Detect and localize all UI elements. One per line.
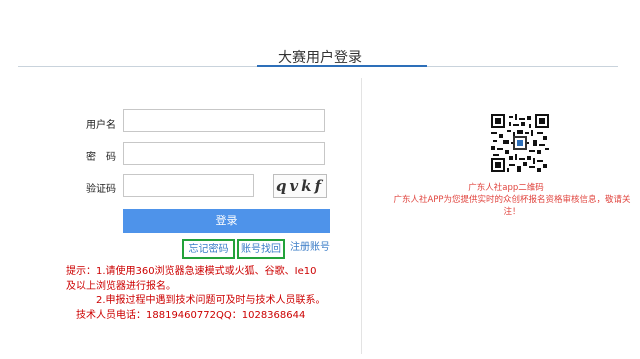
notice-line: 2.申报过程中遇到技术问题可及时与技术人员联系。 [66,295,326,306]
vertical-divider [361,78,362,354]
captcha-input[interactable] [123,174,254,197]
username-label: 用户名 [86,120,116,131]
forgot-password-link[interactable]: 忘记密码 [182,239,235,259]
notice-line: 及以上浏览器进行报名。 [66,280,176,292]
password-label: 密 码 [86,152,116,163]
username-input[interactable] [123,109,325,132]
notice-line: 提示：1.请使用360浏览器急速模式或火狐、谷歌、Ie10 [66,266,317,277]
captcha-image[interactable]: qvkf [273,174,327,198]
qr-caption: 广东人社app二维码 [468,183,544,193]
qr-code-image [491,114,549,172]
password-input[interactable] [123,142,325,165]
register-link[interactable]: 注册账号 [287,239,333,259]
notice-line: 技术人员电话：18819460772QQ：1028368644 [66,309,306,321]
notice-text: 提示：1.请使用360浏览器急速模式或火狐、谷歌、Ie10 及以上浏览器进行报名… [66,265,351,323]
login-button[interactable]: 登录 [123,209,330,233]
captcha-label: 验证码 [86,184,116,195]
page-title: 大赛用户登录 [278,50,362,66]
find-account-link[interactable]: 账号找回 [237,239,285,259]
title-underline [257,65,427,67]
app-promo-description: 广东人社APP为您提供实时的众创杯报名资格审核信息，敬请关注！ [393,195,631,217]
